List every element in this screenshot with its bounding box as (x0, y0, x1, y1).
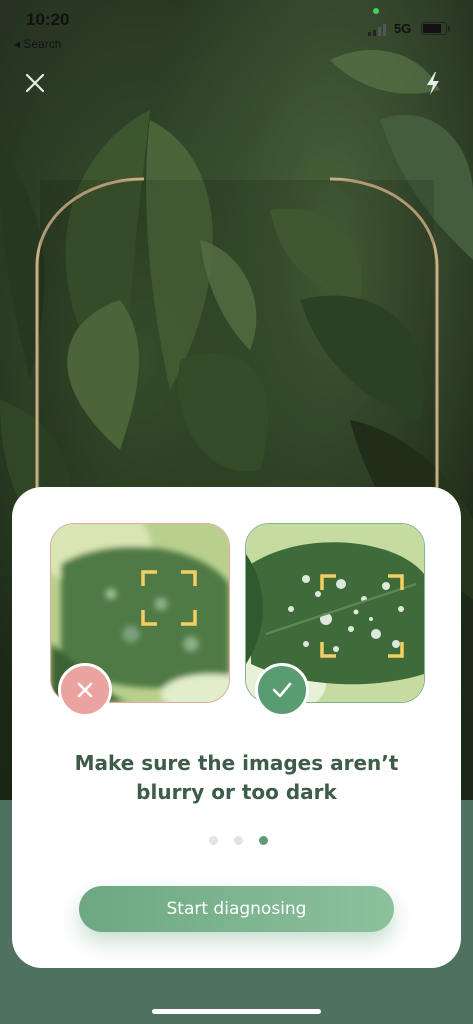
page-dot-2[interactable] (234, 836, 243, 845)
close-button[interactable] (20, 68, 50, 98)
status-bar: 10:20 ◂ Search 5G (0, 0, 473, 52)
signal-icon (368, 24, 386, 36)
flash-icon (427, 72, 439, 95)
tip-headline: Make sure the images aren’t blurry or to… (32, 749, 441, 807)
home-indicator[interactable] (152, 1009, 321, 1014)
good-example-badge (255, 663, 309, 717)
page-indicator (209, 836, 268, 846)
x-icon (77, 682, 93, 698)
bad-example-badge (58, 663, 112, 717)
tip-headline-line-1: Make sure the images aren’t (74, 751, 399, 775)
battery-icon (421, 22, 450, 35)
scan-frame (35, 177, 439, 536)
check-icon (272, 682, 292, 698)
flash-toggle-button[interactable] (418, 68, 448, 98)
photo-tips-card: Make sure the images aren’t blurry or to… (12, 487, 461, 968)
page-dot-3-active[interactable] (259, 836, 268, 845)
camera-in-use-indicator (373, 8, 379, 14)
page-dot-1[interactable] (209, 836, 218, 845)
back-to-app-link[interactable]: ◂ Search (14, 37, 61, 51)
start-diagnosing-button[interactable]: Start diagnosing (79, 886, 394, 932)
network-type: 5G (394, 21, 412, 36)
tip-headline-line-2: blurry or too dark (136, 780, 337, 804)
close-icon (25, 73, 45, 93)
status-time: 10:20 (26, 10, 70, 29)
